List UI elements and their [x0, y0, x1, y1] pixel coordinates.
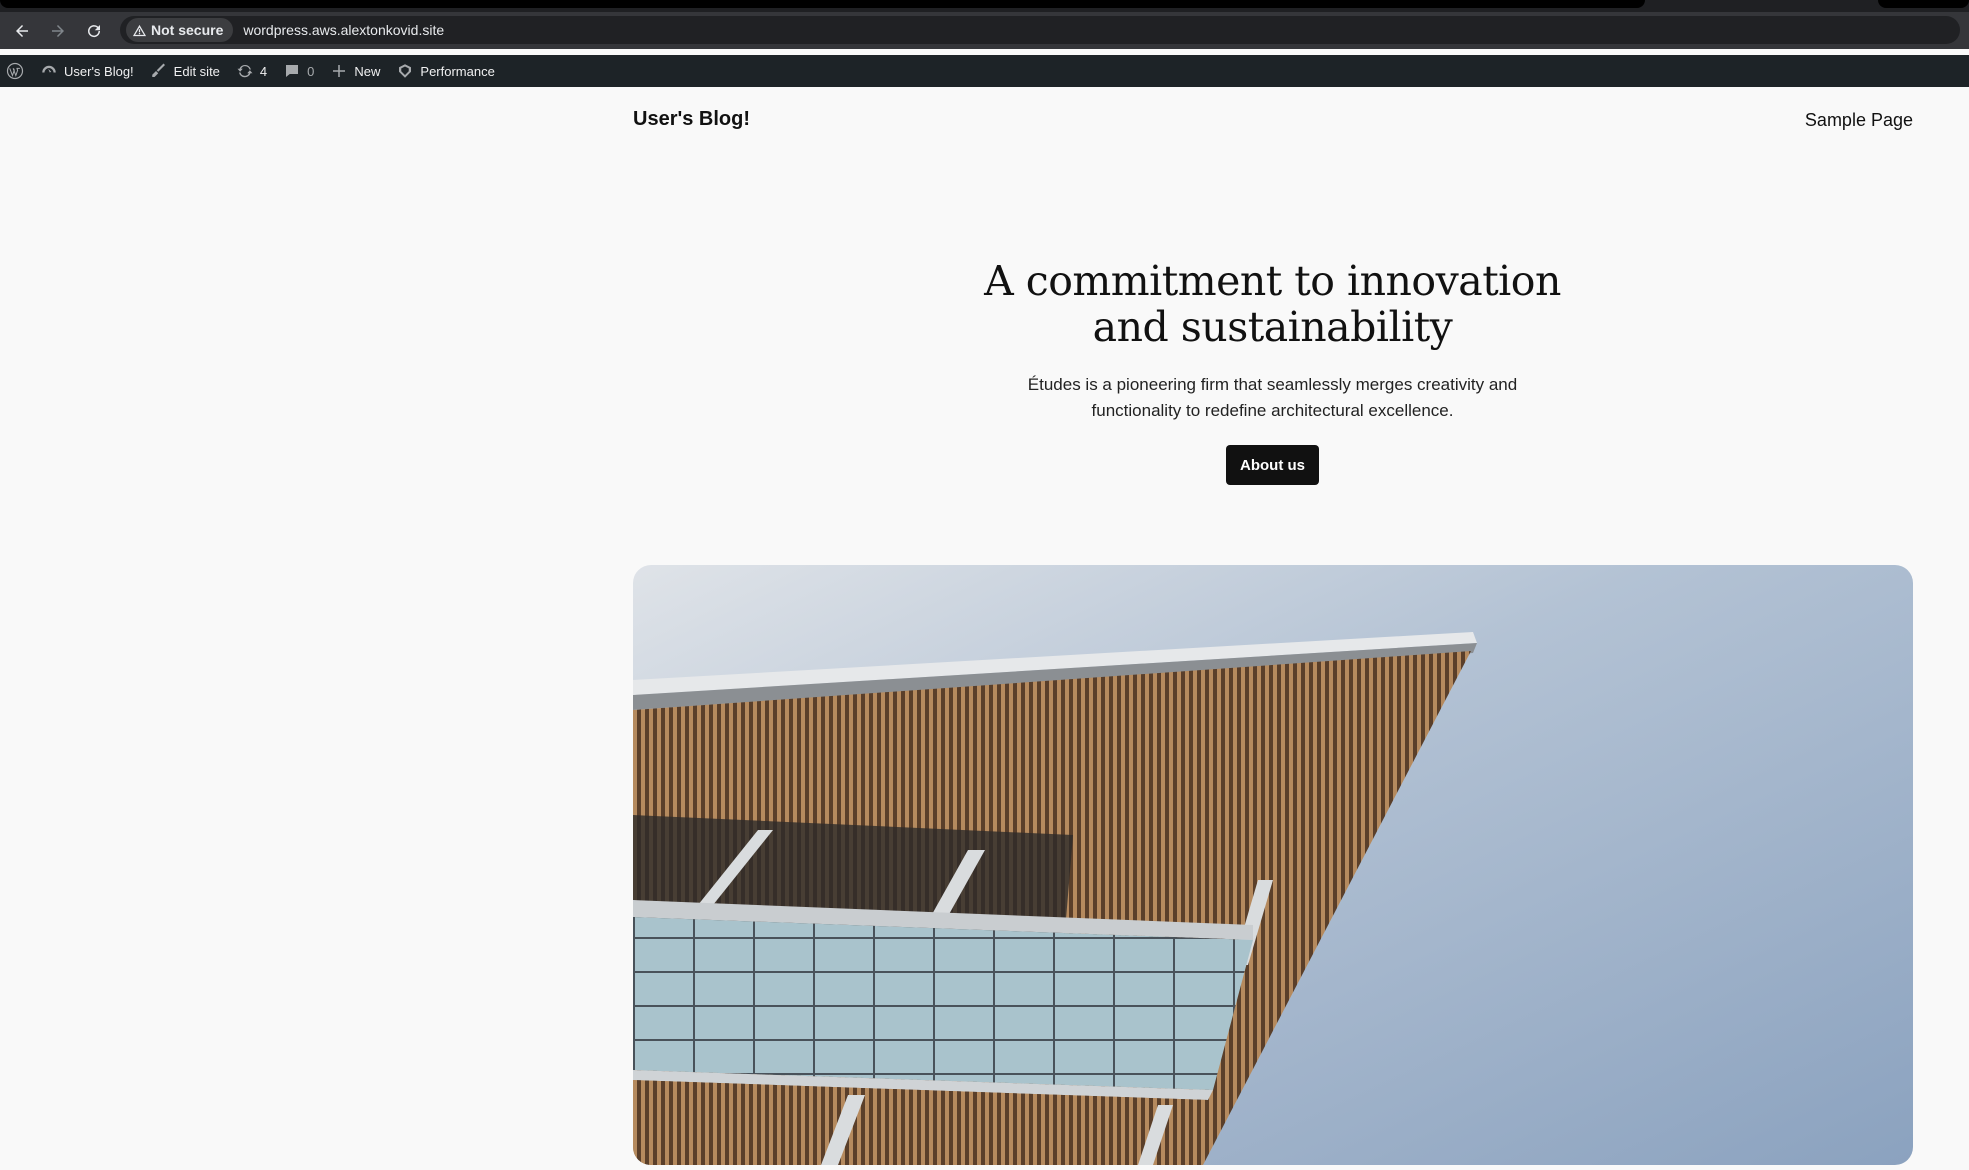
arrow-right-icon [52, 24, 64, 37]
about-us-button[interactable]: About us [1226, 445, 1319, 485]
hero-description: Études is a pioneering firm that seamles… [930, 372, 1615, 424]
admin-bar-updates[interactable]: 4 [228, 55, 275, 87]
address-bar[interactable]: Not secure wordpress.aws.alextonkovid.si… [120, 16, 1960, 44]
wp-logo-menu[interactable] [0, 55, 32, 87]
security-chip[interactable]: Not secure [126, 18, 234, 42]
dashboard-icon [42, 65, 56, 73]
browser-toolbar: Not secure wordpress.aws.alextonkovid.si… [0, 12, 1969, 49]
site-title[interactable]: User's Blog! [633, 108, 750, 131]
forward-button[interactable] [40, 13, 76, 49]
wp-admin-bar: User's Blog! Edit site 4 0 New Performan… [0, 55, 1969, 87]
security-label: Not secure [151, 22, 224, 38]
reload-button[interactable] [76, 13, 112, 49]
admin-bar-updates-count: 4 [259, 63, 268, 79]
admin-bar-new[interactable]: New [322, 55, 388, 87]
warning-icon [132, 24, 147, 36]
hero-description-line-2: functionality to redefine architectural … [1091, 401, 1454, 420]
hero-image [633, 565, 1913, 1165]
wordpress-logo-icon [6, 62, 24, 80]
back-button[interactable] [4, 13, 40, 49]
performance-icon [399, 64, 412, 78]
building-photo [633, 565, 1913, 1165]
hero-heading: A commitment to innovation and sustainab… [900, 258, 1645, 350]
admin-bar-comments[interactable]: 0 [275, 55, 322, 87]
admin-bar-edit-site-label: Edit site [173, 63, 220, 79]
brush-icon [151, 63, 165, 77]
admin-bar-site-label: User's Blog! [64, 63, 134, 79]
arrow-left-icon [16, 24, 28, 37]
browser-tab[interactable] [1878, 0, 1969, 8]
hero-description-line-1: Études is a pioneering firm that seamles… [1027, 375, 1518, 394]
hero-heading-line-1: A commitment to innovation [984, 257, 1561, 305]
admin-bar-comments-count: 0 [307, 63, 315, 79]
comment-icon [286, 65, 299, 77]
reload-icon [88, 24, 101, 37]
admin-bar-site-name[interactable]: User's Blog! [32, 55, 142, 87]
updates-icon [237, 64, 253, 78]
plus-icon [333, 65, 346, 77]
hero-heading-line-2: and sustainability [1092, 303, 1453, 351]
nav-sample-page[interactable]: Sample Page [1805, 110, 1913, 131]
admin-bar-new-label: New [354, 63, 381, 79]
browser-tab[interactable] [0, 0, 1645, 8]
admin-bar-performance-label: Performance [420, 63, 495, 79]
url-text[interactable]: wordpress.aws.alextonkovid.site [243, 22, 444, 38]
admin-bar-performance[interactable]: Performance [388, 55, 502, 87]
admin-bar-edit-site[interactable]: Edit site [142, 55, 228, 87]
